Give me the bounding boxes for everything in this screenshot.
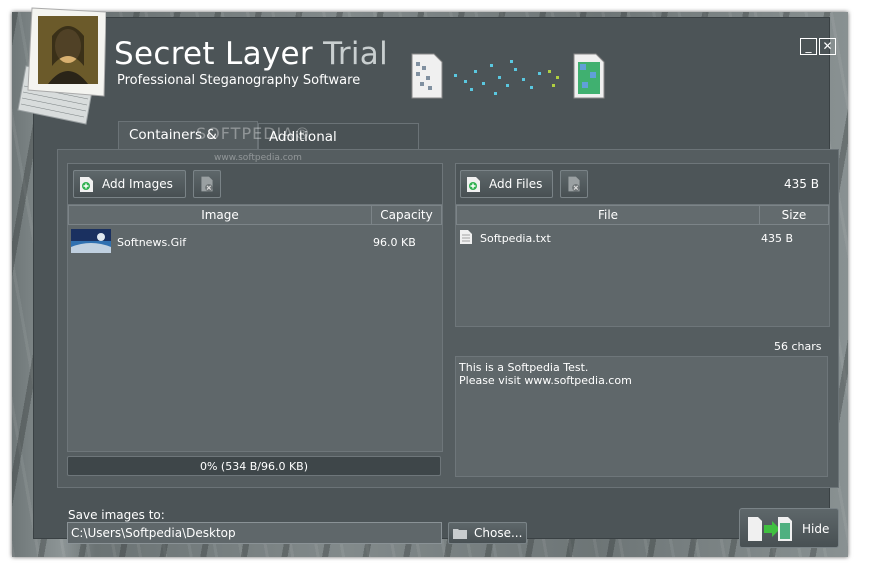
- text-file-icon: [460, 230, 472, 244]
- message-line-2: Please visit www.softpedia.com: [459, 374, 632, 387]
- files-list[interactable]: File Size: [455, 204, 830, 327]
- file-size: 435 B: [761, 232, 794, 245]
- remove-image-icon: [201, 176, 213, 192]
- capacity-progress: 0% (534 B/96.0 KB): [67, 456, 441, 476]
- image-name: Softnews.Gif: [117, 236, 187, 249]
- softpedia-watermark-url: www.softpedia.com: [214, 153, 302, 163]
- app-title-trial: Trial: [323, 36, 388, 72]
- files-total-size: 435 B: [784, 177, 819, 191]
- choose-folder-button[interactable]: Chose...: [448, 522, 527, 544]
- message-textarea[interactable]: This is a Softpedia Test. Please visit w…: [455, 356, 828, 477]
- remove-image-button[interactable]: [193, 170, 221, 198]
- save-images-label: Save images to:: [68, 508, 165, 522]
- remove-file-icon: [568, 176, 580, 192]
- app-title-main: Secret Layer: [114, 36, 313, 72]
- remove-file-button[interactable]: [560, 170, 588, 198]
- column-header-file[interactable]: File: [456, 205, 760, 225]
- table-row[interactable]: Softpedia.txt 435 B: [458, 228, 824, 248]
- message-char-count: 56 chars: [774, 340, 822, 353]
- table-row[interactable]: Softnews.Gif 96.0 KB: [70, 228, 438, 254]
- steganography-graphic: [411, 53, 605, 99]
- add-images-label: Add Images: [102, 177, 173, 191]
- add-files-button[interactable]: Add Files: [460, 170, 553, 198]
- hide-label: Hide: [802, 522, 830, 536]
- image-thumbnail: [71, 229, 111, 253]
- add-image-icon: [80, 177, 93, 192]
- close-button[interactable]: ✕: [819, 38, 836, 55]
- add-images-button[interactable]: Add Images: [73, 170, 186, 198]
- column-header-capacity[interactable]: Capacity: [371, 205, 442, 225]
- choose-folder-label: Chose...: [474, 526, 523, 540]
- file-name: Softpedia.txt: [480, 232, 551, 245]
- app-title: Secret Layer Trial: [114, 36, 388, 72]
- save-path-input[interactable]: C:\Users\Softpedia\Desktop: [67, 522, 442, 544]
- column-header-size[interactable]: Size: [759, 205, 829, 225]
- hide-button[interactable]: Hide: [739, 508, 839, 548]
- message-line-1: This is a Softpedia Test.: [459, 361, 589, 374]
- softpedia-watermark: SOFTPEDIA®: [196, 124, 312, 143]
- minimize-button[interactable]: _: [800, 38, 817, 55]
- add-files-label: Add Files: [489, 177, 543, 191]
- hide-data-icon: [748, 517, 792, 541]
- image-capacity: 96.0 KB: [373, 236, 416, 249]
- app-subtitle: Professional Steganography Software: [117, 73, 361, 88]
- folder-icon: [453, 529, 467, 539]
- app-logo: [17, 7, 106, 125]
- column-header-image[interactable]: Image: [68, 205, 372, 225]
- add-file-icon: [467, 177, 480, 192]
